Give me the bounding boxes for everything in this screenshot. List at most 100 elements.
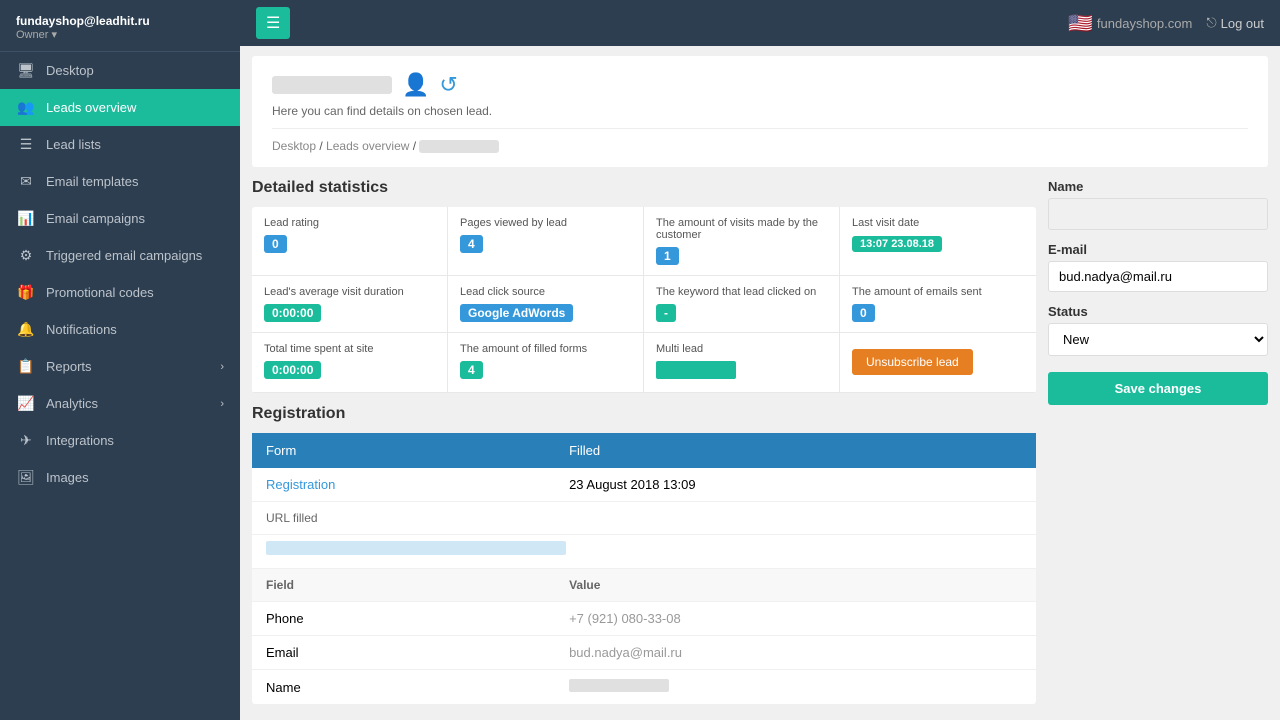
email-templates-icon: ✉ bbox=[16, 173, 36, 190]
value-cell: bud.nadya@mail.ru bbox=[555, 636, 1036, 670]
save-button[interactable]: Save changes bbox=[1048, 372, 1268, 405]
header-subtitle: Here you can find details on chosen lead… bbox=[272, 104, 1248, 118]
domain-selector[interactable]: fundayshop.com bbox=[1097, 16, 1192, 31]
reports-icon: 📋 bbox=[16, 358, 36, 375]
sidebar-label: Email templates bbox=[46, 174, 138, 189]
stat-value: - bbox=[656, 304, 676, 322]
table-row: Emailbud.nadya@mail.ru bbox=[252, 636, 1036, 670]
email-campaigns-icon: 📊 bbox=[16, 210, 36, 227]
value-cell bbox=[555, 670, 1036, 705]
field-value-header-row: Field Value bbox=[252, 569, 1036, 602]
stats-card: Lead rating0Pages viewed by lead4The amo… bbox=[252, 207, 1036, 393]
reg-row: Registration 23 August 2018 13:09 bbox=[252, 468, 1036, 502]
sidebar-item-notifications[interactable]: 🔔 Notifications bbox=[0, 311, 240, 348]
stat-value: 13:07 23.08.18 bbox=[852, 236, 942, 252]
stat-label: The keyword that lead clicked on bbox=[656, 286, 827, 298]
name-group: Name bbox=[1048, 179, 1268, 230]
table-row: Phone+7 (921) 080-33-08 bbox=[252, 602, 1036, 636]
stat-label: The amount of filled forms bbox=[460, 343, 631, 355]
stat-cell: Lead rating0 bbox=[252, 207, 448, 276]
sidebar-item-promotional-codes[interactable]: 🎁 Promotional codes bbox=[0, 274, 240, 311]
stat-cell: Lead click sourceGoogle AdWords bbox=[448, 276, 644, 333]
promotional-codes-icon: 🎁 bbox=[16, 284, 36, 301]
desktop-icon: 🖥 bbox=[16, 62, 36, 79]
stat-cell: The amount of filled forms 4 bbox=[448, 333, 644, 393]
page-area: 👤 ↺ Here you can find details on chosen … bbox=[240, 46, 1280, 720]
reg-form-link[interactable]: Registration bbox=[266, 477, 335, 492]
breadcrumb-section[interactable]: Leads overview bbox=[326, 139, 409, 153]
breadcrumb-lead-name bbox=[419, 140, 499, 153]
sidebar-item-reports[interactable]: 📋 Reports › bbox=[0, 348, 240, 385]
stat-value: 1 bbox=[656, 247, 679, 265]
stat-label: Lead click source bbox=[460, 286, 631, 298]
sidebar-item-triggered-email[interactable]: ⚙ Triggered email campaigns bbox=[0, 237, 240, 274]
stats-grid: Lead rating0 Pages viewed by lead 4 The amo… bbox=[252, 207, 1036, 276]
sidebar-item-desktop[interactable]: 🖥 Desktop bbox=[0, 52, 240, 89]
stat-label: Lead's average visit duration bbox=[264, 286, 435, 298]
stat-label: The amount of visits made by the custome… bbox=[656, 217, 827, 241]
stats-section-title: Detailed statistics bbox=[252, 179, 1036, 197]
sidebar-item-email-templates[interactable]: ✉ Email templates bbox=[0, 163, 240, 200]
sidebar-label: Integrations bbox=[46, 433, 114, 448]
field-cell: Email bbox=[252, 636, 555, 670]
sidebar-item-integrations[interactable]: ✈ Integrations bbox=[0, 422, 240, 459]
stat-cell: The keyword that lead clicked on - bbox=[644, 276, 840, 333]
sidebar-item-lead-lists[interactable]: ☰ Lead lists bbox=[0, 126, 240, 163]
stat-value: 4 bbox=[460, 361, 483, 379]
url-label: URL filled bbox=[252, 502, 555, 535]
sidebar-item-analytics[interactable]: 📈 Analytics › bbox=[0, 385, 240, 422]
reg-section: Form Filled Registration 23 August 2018 … bbox=[252, 433, 1036, 704]
status-label: Status bbox=[1048, 304, 1268, 319]
sidebar-label: Triggered email campaigns bbox=[46, 248, 202, 263]
stat-label: Total time spent at site bbox=[264, 343, 435, 355]
col-filled: Filled bbox=[555, 433, 1036, 468]
notifications-icon: 🔔 bbox=[16, 321, 36, 338]
menu-button[interactable]: ☰ bbox=[256, 7, 290, 39]
sidebar-item-email-campaigns[interactable]: 📊 Email campaigns bbox=[0, 200, 240, 237]
sidebar-nav: 🖥 Desktop 👥 Leads overview ☰ Lead lists … bbox=[0, 52, 240, 720]
logout-button[interactable]: Log out bbox=[1221, 16, 1264, 31]
sidebar-label: Desktop bbox=[46, 63, 94, 78]
url-blurred bbox=[266, 541, 566, 555]
stat-cell: Total time spent at site0:00:00 bbox=[252, 333, 448, 393]
sidebar-label: Promotional codes bbox=[46, 285, 154, 300]
stat-label: Last visit date bbox=[852, 217, 1024, 229]
reset-icon[interactable]: ↺ bbox=[439, 72, 457, 98]
stat-cell: Lead's average visit duration0:00:00 bbox=[252, 276, 448, 333]
sidebar-label: Analytics bbox=[46, 396, 98, 411]
user-email: fundayshop@leadhit.ru bbox=[16, 14, 224, 28]
unsubscribe-button[interactable]: Unsubscribe lead bbox=[852, 349, 973, 375]
topbar: ☰ 🇺🇸 fundayshop.com ⎋ Log out bbox=[240, 0, 1280, 46]
name-blurred bbox=[1048, 198, 1268, 230]
sidebar-label: Reports bbox=[46, 359, 92, 374]
sidebar-label: Email campaigns bbox=[46, 211, 145, 226]
field-cell: Name bbox=[252, 670, 555, 705]
field-cell: Phone bbox=[252, 602, 555, 636]
stat-cell: Pages viewed by lead 4 bbox=[448, 207, 644, 276]
flag-icon[interactable]: 🇺🇸 bbox=[1068, 11, 1093, 36]
stat-value: 4 bbox=[460, 235, 483, 253]
email-input[interactable] bbox=[1048, 261, 1268, 292]
value-cell: +7 (921) 080-33-08 bbox=[555, 602, 1036, 636]
table-row: Name bbox=[252, 670, 1036, 705]
lead-name-blurred bbox=[272, 76, 392, 94]
value-blurred bbox=[569, 679, 669, 692]
breadcrumb-home[interactable]: Desktop bbox=[272, 139, 316, 153]
reg-table: Form Filled Registration 23 August 2018 … bbox=[252, 433, 1036, 704]
sidebar-label: Leads overview bbox=[46, 100, 136, 115]
status-group: Status NewActiveClosed bbox=[1048, 304, 1268, 356]
value-header: Value bbox=[555, 569, 1036, 602]
stat-label: Pages viewed by lead bbox=[460, 217, 631, 229]
expand-arrow: › bbox=[220, 398, 224, 410]
user-role[interactable]: Owner ▾ bbox=[16, 28, 224, 41]
sidebar-item-leads-overview[interactable]: 👥 Leads overview bbox=[0, 89, 240, 126]
sidebar-label: Lead lists bbox=[46, 137, 101, 152]
reg-filled-date: 23 August 2018 13:09 bbox=[555, 468, 1036, 502]
header-card: 👤 ↺ Here you can find details on chosen … bbox=[252, 56, 1268, 167]
reg-section-title: Registration bbox=[252, 405, 1036, 423]
sidebar-item-images[interactable]: 🖼 Images bbox=[0, 459, 240, 496]
stats-grid-bot: Total time spent at site0:00:00The amoun… bbox=[252, 333, 1036, 393]
status-select[interactable]: NewActiveClosed bbox=[1048, 323, 1268, 356]
main-content: ☰ 🇺🇸 fundayshop.com ⎋ Log out 👤 ↺ Here y… bbox=[240, 0, 1280, 720]
field-header: Field bbox=[252, 569, 555, 602]
